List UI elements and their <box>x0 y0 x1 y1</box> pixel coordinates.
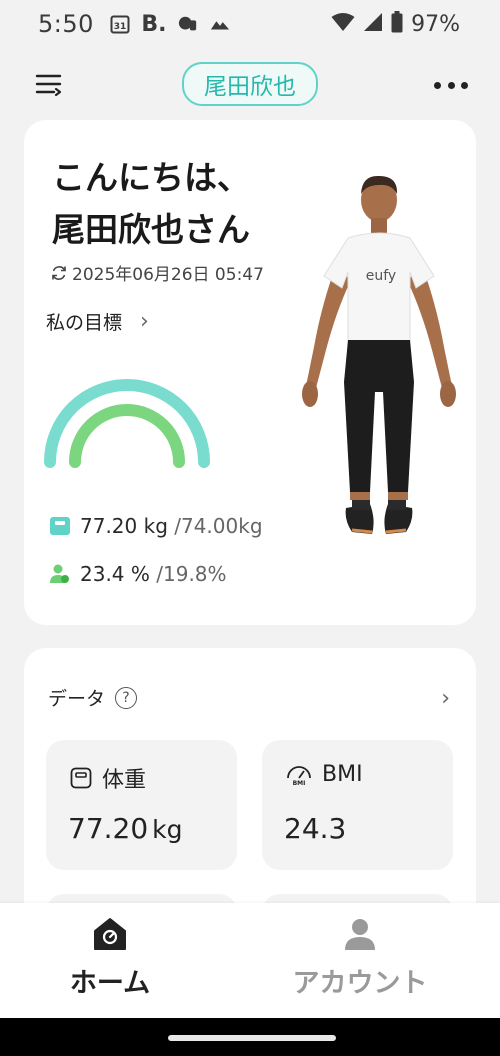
weight-tile[interactable]: 体重 77.20 kg <box>46 740 237 870</box>
mountain-icon <box>210 14 230 34</box>
bodyfat-metric: 23.4 % /19.8% <box>50 562 227 586</box>
calendar-icon: 31 <box>110 14 130 34</box>
sync-icon <box>52 265 66 280</box>
weight-metric: 77.20 kg /74.00kg <box>50 514 263 538</box>
bmi-gauge-icon: BMI <box>287 765 311 786</box>
goal-link[interactable]: 私の目標 › <box>46 308 149 335</box>
bodyfat-value: 23.4 % <box>80 562 150 586</box>
bodyfat-target: /19.8% <box>149 562 227 586</box>
nav-home-label: ホーム <box>69 968 151 999</box>
dot-icon <box>434 81 441 89</box>
signal-icon <box>363 12 383 36</box>
status-time: 5:50 <box>38 10 94 38</box>
chevron-right-icon: › <box>140 309 149 334</box>
weight-tile-number: 77.20 <box>68 812 149 845</box>
goal-progress-gauge <box>44 379 210 468</box>
weight-value: 77.20 kg <box>80 514 168 538</box>
weight-tile-value: 77.20 kg <box>68 812 183 845</box>
data-header[interactable]: データ ? <box>48 684 138 711</box>
scale-icon <box>70 767 92 789</box>
more-options-button[interactable] <box>434 70 468 100</box>
weight-tile-label: 体重 <box>102 768 147 793</box>
chevron-right-icon[interactable]: › <box>441 686 450 711</box>
greeting-line-2: 尾田欣也さん <box>52 210 250 249</box>
svg-text:BMI: BMI <box>293 780 306 786</box>
bmi-tile-label: BMI <box>322 762 363 787</box>
menu-button[interactable] <box>34 70 64 100</box>
calendar-day: 31 <box>114 22 127 32</box>
bodyfat-person-icon <box>50 564 69 583</box>
b-app-icon: B. <box>141 11 167 37</box>
battery-icon <box>391 11 403 37</box>
nav-account[interactable]: アカウント <box>280 917 440 1000</box>
bottom-navigation: ホーム アカウント <box>0 903 500 1018</box>
app-header: 尾田欣也 <box>0 62 500 106</box>
bmi-tile-title: BMI BMI <box>286 762 363 787</box>
weight-tile-unit: kg <box>152 815 183 844</box>
sync-row[interactable]: 2025年06月26日 05:47 <box>50 260 264 285</box>
notification-icons: 31 B. <box>110 11 230 37</box>
bodyfat-goal-arc <box>69 404 185 468</box>
body-avatar[interactable]: eufy <box>286 172 472 564</box>
home-gesture-handle[interactable] <box>168 1035 336 1041</box>
bmi-tile-number: 24.3 <box>284 812 347 845</box>
goal-label: 私の目標 <box>46 312 123 334</box>
greeting: こんにちは、 尾田欣也さん <box>52 152 250 256</box>
wifi-icon <box>331 12 355 36</box>
app-notification-icon <box>178 14 198 34</box>
nav-home[interactable]: ホーム <box>30 917 190 1000</box>
status-right: 97% <box>331 11 460 37</box>
system-gesture-bar <box>0 1018 500 1056</box>
person-icon <box>345 919 375 950</box>
greeting-line-1: こんにちは、 <box>52 158 250 197</box>
user-selector[interactable]: 尾田欣也 <box>182 62 318 106</box>
weight-icon <box>50 517 70 535</box>
home-icon <box>94 918 126 950</box>
bmi-tile-value: 24.3 <box>284 812 346 845</box>
data-title: データ <box>48 688 106 710</box>
avatar-shirt-logo: eufy <box>366 268 396 284</box>
weight-tile-title: 体重 <box>70 762 146 794</box>
status-bar: 5:50 31 B. 97% <box>0 0 500 48</box>
weight-target: /74.00kg <box>167 514 263 538</box>
dot-icon <box>447 81 455 89</box>
summary-card: こんにちは、 尾田欣也さん 2025年06月26日 05:47 私の目標 › 7… <box>24 120 476 625</box>
dot-icon <box>461 81 468 89</box>
help-icon[interactable]: ? <box>115 686 138 709</box>
sync-time: 2025年06月26日 05:47 <box>72 265 264 285</box>
bmi-tile[interactable]: BMI BMI 24.3 <box>262 740 453 870</box>
menu-icon <box>35 74 62 97</box>
nav-account-label: アカウント <box>292 968 428 999</box>
battery-percent: 97% <box>411 11 460 37</box>
